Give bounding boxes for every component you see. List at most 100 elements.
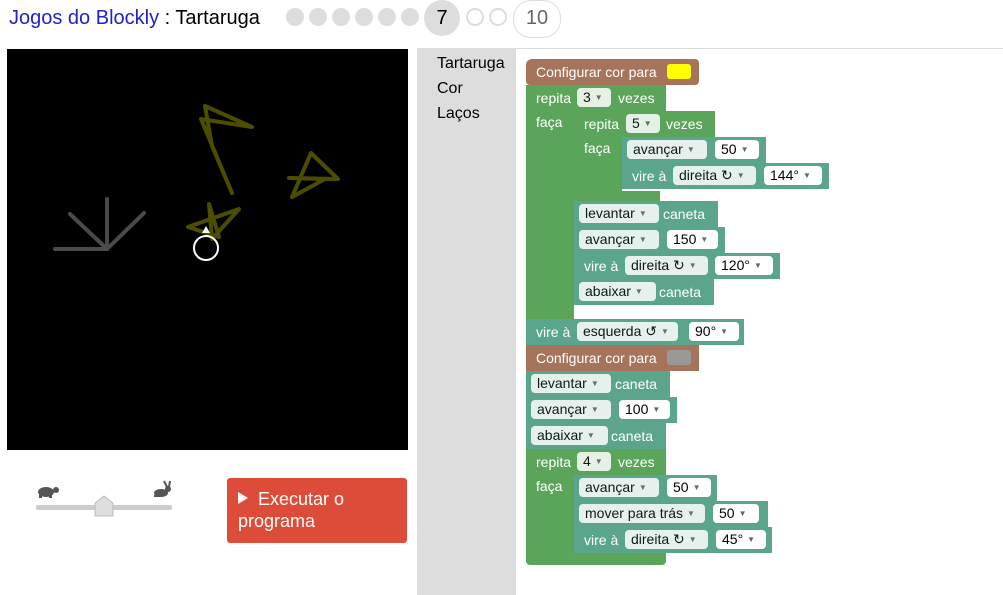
do-label: faça: [536, 478, 563, 494]
turn-direction-field[interactable]: direita ↻ ▼: [625, 256, 708, 275]
move-backward-block[interactable]: mover para trás ▼ 50 ▼: [574, 501, 768, 527]
set-colour-block[interactable]: Configurar cor para: [526, 345, 699, 371]
level-9-dot[interactable]: [489, 8, 507, 26]
turtle-canvas: [7, 49, 408, 450]
colour-swatch-grey[interactable]: [667, 350, 691, 365]
repeat-5-block[interactable]: repita 5 ▼ vezes: [574, 111, 715, 137]
repeat-count-field[interactable]: 3 ▼: [577, 88, 611, 107]
direction-field[interactable]: avançar ▼: [579, 230, 659, 249]
move-forward-block[interactable]: avançar ▼ 50 ▼: [622, 137, 766, 163]
star-drawings: [186, 104, 340, 241]
rabbit-icon: [154, 480, 171, 497]
repeat-label: repita: [536, 90, 572, 106]
turn-label: vire à: [584, 258, 619, 274]
repeat-label: repita: [536, 454, 572, 470]
set-colour-block[interactable]: Configurar cor para: [526, 59, 699, 85]
turn-label: vire à: [584, 532, 619, 548]
move-forward-block[interactable]: avançar ▼ 50 ▼: [574, 475, 717, 501]
angle-field[interactable]: 144° ▼: [764, 166, 822, 185]
turn-label: vire à: [536, 324, 571, 340]
distance-field[interactable]: 100 ▼: [619, 400, 670, 419]
pen-down-block[interactable]: abaixar ▼ caneta: [526, 423, 666, 449]
star-2: [287, 151, 340, 199]
angle-field[interactable]: 90° ▼: [689, 322, 739, 341]
turn-block[interactable]: vire à direita ↻ ▼ 120° ▼: [574, 253, 780, 279]
repeat-count-field[interactable]: 5 ▼: [626, 114, 660, 133]
star-1: [199, 104, 254, 195]
turtle-icon: [38, 487, 59, 498]
turn-direction-field[interactable]: direita ↻ ▼: [625, 530, 708, 549]
toolbox: Tartaruga Cor Laços: [417, 49, 516, 595]
repeat-4-bottom: [526, 553, 666, 565]
star-3: [186, 202, 241, 241]
distance-field[interactable]: 150 ▼: [667, 230, 718, 249]
play-icon: [238, 492, 248, 504]
run-program-button[interactable]: Executar o programa: [227, 478, 407, 543]
pen-up-block[interactable]: levantar ▼ caneta: [574, 201, 718, 227]
move-forward-block[interactable]: avançar ▼ 100 ▼: [526, 397, 677, 423]
pen-label: caneta: [663, 206, 706, 222]
turn-direction-field[interactable]: esquerda ↺ ▼: [577, 322, 678, 341]
blockly-games-link[interactable]: Jogos do Blockly: [9, 7, 159, 29]
level-1-dot[interactable]: [286, 8, 304, 26]
turn-direction-field[interactable]: direita ↻ ▼: [673, 166, 756, 185]
level-5-dot[interactable]: [378, 8, 396, 26]
angle-field[interactable]: 45° ▼: [716, 530, 766, 549]
turn-block[interactable]: vire à direita ↻ ▼ 144° ▼: [622, 163, 829, 189]
direction-field[interactable]: avançar ▼: [579, 478, 659, 497]
repeat-count-field[interactable]: 4 ▼: [577, 452, 611, 471]
pen-state-field[interactable]: abaixar ▼: [579, 282, 656, 301]
set-colour-label: Configurar cor para: [536, 64, 657, 80]
do-label: faça: [536, 114, 563, 130]
move-forward-block[interactable]: avançar ▼ 150 ▼: [574, 227, 725, 253]
level-3-dot[interactable]: [332, 8, 350, 26]
turn-label: vire à: [632, 168, 667, 184]
level-2-dot[interactable]: [309, 8, 327, 26]
repeat-3-block[interactable]: repita 3 ▼ vezes: [526, 85, 666, 111]
angle-field[interactable]: 120° ▼: [715, 256, 773, 275]
distance-field[interactable]: 50 ▼: [713, 504, 759, 523]
level-8-dot[interactable]: [466, 8, 484, 26]
speed-slider[interactable]: [34, 478, 174, 518]
turn-block[interactable]: vire à esquerda ↺ ▼ 90° ▼: [526, 319, 744, 345]
drawing-trail: [53, 197, 146, 251]
direction-field[interactable]: avançar ▼: [531, 400, 611, 419]
game-name: Tartaruga: [175, 7, 260, 29]
run-button-label: Executar o programa: [238, 489, 345, 531]
times-label: vezes: [618, 90, 655, 106]
direction-field[interactable]: mover para trás ▼: [579, 504, 705, 523]
repeat-4-body: faça: [526, 475, 574, 553]
category-turtle[interactable]: Tartaruga: [437, 55, 505, 73]
category-colour[interactable]: Cor: [437, 80, 463, 98]
do-label: faça: [584, 140, 611, 156]
times-label: vezes: [618, 454, 655, 470]
pen-state-field[interactable]: levantar ▼: [579, 204, 659, 223]
repeat-5-bottom: [574, 191, 660, 201]
blocks-workspace[interactable]: Configurar cor para repita 3 ▼ vezes faça…: [516, 49, 1003, 595]
distance-field[interactable]: 50 ▼: [715, 140, 759, 159]
repeat-5-body: faça: [574, 137, 622, 191]
set-colour-label: Configurar cor para: [536, 350, 657, 366]
pen-label: caneta: [659, 284, 702, 300]
slider-knob: [94, 495, 114, 517]
pen-down-block[interactable]: abaixar ▼ caneta: [574, 279, 714, 305]
pen-state-field[interactable]: levantar ▼: [531, 374, 611, 393]
direction-field[interactable]: avançar ▼: [627, 140, 707, 159]
level-10-bubble[interactable]: 10: [513, 0, 561, 38]
pen-label: caneta: [611, 428, 654, 444]
title-separator: :: [159, 7, 176, 29]
pen-up-block[interactable]: levantar ▼ caneta: [526, 371, 670, 397]
app-title: Jogos do Blockly : Tartaruga: [9, 7, 260, 30]
repeat-4-block[interactable]: repita 4 ▼ vezes: [526, 449, 666, 475]
distance-field[interactable]: 50 ▼: [667, 478, 711, 497]
level-6-dot[interactable]: [401, 8, 419, 26]
repeat-3-body: faça: [526, 111, 574, 319]
category-loops[interactable]: Laços: [437, 105, 480, 123]
repeat-label: repita: [584, 116, 620, 132]
level-4-dot[interactable]: [355, 8, 373, 26]
pen-state-field[interactable]: abaixar ▼: [531, 426, 608, 445]
pen-label: caneta: [615, 376, 658, 392]
colour-swatch-yellow[interactable]: [667, 64, 691, 79]
current-level[interactable]: 7: [424, 0, 460, 36]
turn-block[interactable]: vire à direita ↻ ▼ 45° ▼: [574, 527, 772, 553]
